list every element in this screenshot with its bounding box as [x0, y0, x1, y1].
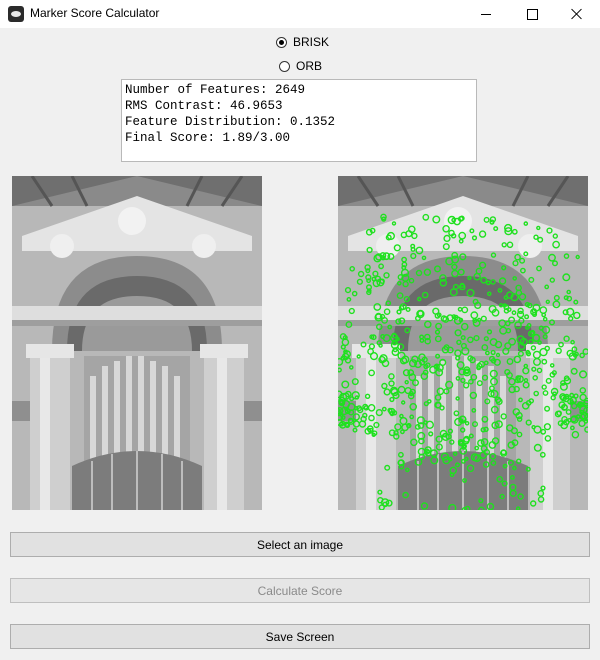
close-icon [571, 8, 583, 20]
features-photo-graphic [338, 176, 588, 510]
minimize-icon [481, 13, 491, 15]
result-line-distribution: Feature Distribution: 0.1352 [125, 115, 336, 129]
radio-brisk[interactable]: BRISK [276, 35, 329, 49]
app-eye-icon [8, 6, 24, 22]
save-screen-button[interactable]: Save Screen [10, 624, 590, 649]
window-title: Marker Score Calculator [30, 6, 160, 20]
radio-orb[interactable]: ORB [279, 59, 322, 73]
radio-selected-icon[interactable] [276, 36, 287, 48]
radio-orb-label: ORB [296, 59, 323, 73]
radio-brisk-label: BRISK [293, 35, 330, 49]
original-photo-graphic [12, 176, 262, 510]
radio-unselected-icon[interactable] [279, 60, 290, 72]
result-line-features: Number of Features: 2649 [125, 83, 306, 97]
close-button[interactable] [554, 0, 600, 28]
result-line-final-score: Final Score: 1.89/3.00 [125, 131, 291, 145]
select-image-button[interactable]: Select an image [10, 532, 590, 557]
calculate-score-button[interactable]: Calculate Score [10, 578, 590, 603]
results-textbox[interactable]: Number of Features: 2649 RMS Contrast: 4… [121, 79, 477, 162]
original-image [12, 176, 262, 510]
features-image [338, 176, 588, 510]
maximize-button[interactable] [509, 0, 555, 28]
title-bar[interactable]: Marker Score Calculator [0, 0, 600, 28]
minimize-button[interactable] [463, 0, 509, 28]
result-line-contrast: RMS Contrast: 46.9653 [125, 99, 283, 113]
maximize-icon [526, 8, 538, 20]
